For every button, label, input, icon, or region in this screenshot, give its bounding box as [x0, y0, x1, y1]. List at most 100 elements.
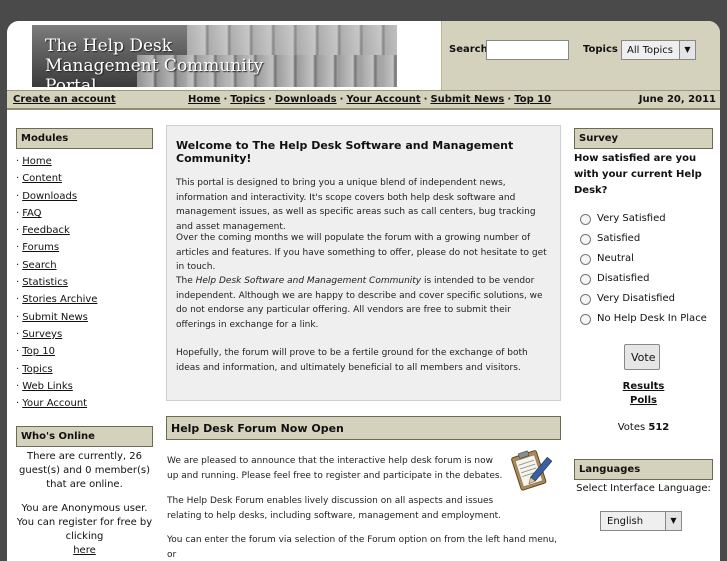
language-selected-value: English — [607, 516, 644, 527]
survey-options: Very Satisfied Satisfied Neutral Disatis… — [580, 212, 713, 332]
module-link-surveys[interactable]: Surveys — [22, 329, 62, 340]
list-item: · Submit News — [16, 309, 153, 326]
anonymous-user-text: You are Anonymous user. You can register… — [16, 502, 153, 558]
nav-link-home[interactable]: Home — [188, 94, 220, 105]
language-select[interactable]: English ▼ — [600, 511, 682, 531]
list-item: · Web Links — [16, 378, 153, 395]
survey-option-label: No Help Desk In Place — [597, 313, 707, 324]
nav-separator: · — [223, 94, 228, 105]
forum-paragraph-1: We are pleased to announce that the inte… — [167, 456, 503, 481]
nav-link-topics[interactable]: Topics — [230, 94, 265, 105]
results-link[interactable]: Results — [574, 380, 713, 394]
survey-option[interactable]: Very Satisfied — [580, 212, 713, 232]
bullet-icon: · — [16, 190, 20, 202]
module-link-search[interactable]: Search — [22, 260, 56, 271]
survey-option[interactable]: Very Disatisfied — [580, 292, 713, 312]
radio-button[interactable] — [580, 294, 591, 305]
nav-link-your-account[interactable]: Your Account — [346, 94, 420, 105]
register-here-link[interactable]: here — [73, 545, 96, 556]
module-link-topics[interactable]: Topics — [22, 364, 52, 375]
survey-option[interactable]: No Help Desk In Place — [580, 312, 713, 332]
polls-link[interactable]: Polls — [574, 394, 713, 408]
bullet-icon: · — [16, 294, 20, 306]
radio-button[interactable] — [580, 254, 591, 265]
module-link-downloads[interactable]: Downloads — [22, 191, 77, 202]
search-input[interactable] — [486, 40, 569, 60]
module-link-home[interactable]: Home — [22, 156, 52, 167]
bullet-icon: · — [16, 346, 20, 358]
welcome-paragraph-1: This portal is designed to bring you a u… — [176, 178, 536, 232]
welcome-p3-community-name: Help Desk Software and Management Commun… — [195, 276, 422, 286]
survey-option[interactable]: Disatisfied — [580, 272, 713, 292]
nav-separator: · — [507, 94, 512, 105]
chevron-down-icon[interactable]: ▼ — [679, 41, 695, 59]
clipboard-pencil-icon — [511, 450, 552, 491]
survey-option-label: Satisfied — [597, 233, 641, 244]
top-nav-links: Home · Topics · Downloads · Your Account · Submi… — [188, 94, 551, 105]
nav-bar: Create an account Home · Topics · Downloads ·… — [7, 90, 720, 110]
survey-option-label: Very Disatisfied — [597, 293, 675, 304]
survey-option-label: Very Satisfied — [597, 213, 666, 224]
topics-label: Topics — [583, 44, 618, 55]
forum-heading: Help Desk Forum Now Open — [166, 416, 561, 440]
left-column: Modules · Home · Content · Downloads · FAQ ·… — [16, 128, 153, 558]
right-column: Survey How satisfied are you with your c… — [574, 128, 713, 531]
module-link-web-links[interactable]: Web Links — [22, 381, 73, 392]
nav-separator: · — [268, 94, 272, 105]
nav-link-top-10[interactable]: Top 10 — [514, 94, 551, 105]
create-account-link[interactable]: Create an account — [13, 94, 116, 105]
bullet-icon: · — [16, 259, 20, 271]
module-link-content[interactable]: Content — [22, 173, 62, 184]
survey-question: How satisfied are you with your current … — [574, 153, 702, 196]
bullet-icon: · — [16, 380, 20, 392]
welcome-box: Welcome to The Help Desk Software and Ma… — [166, 125, 561, 401]
survey-option[interactable]: Satisfied — [580, 232, 713, 252]
survey-option[interactable]: Neutral — [580, 252, 713, 272]
list-item: · Search — [16, 257, 153, 274]
modules-list: · Home · Content · Downloads · FAQ · Feedback… — [16, 153, 153, 412]
list-item: · Home — [16, 153, 153, 170]
module-link-submit-news[interactable]: Submit News — [22, 312, 88, 323]
list-item: · Stories Archive — [16, 291, 153, 308]
module-link-statistics[interactable]: Statistics — [22, 277, 68, 288]
modules-heading: Modules — [16, 128, 153, 149]
list-item: · Feedback — [16, 222, 153, 239]
votes-number: 512 — [648, 422, 670, 433]
survey-option-label: Neutral — [597, 253, 634, 264]
radio-button[interactable] — [580, 314, 591, 325]
module-link-your-account[interactable]: Your Account — [22, 398, 87, 409]
list-item: · Surveys — [16, 326, 153, 343]
bullet-icon: · — [16, 277, 20, 289]
module-link-feedback[interactable]: Feedback — [22, 225, 70, 236]
page: The Help Desk Management Community Porta… — [7, 21, 720, 561]
welcome-paragraph-2: Over the coming months we will populate … — [176, 233, 547, 273]
radio-button[interactable] — [580, 274, 591, 285]
chevron-down-icon[interactable]: ▼ — [665, 512, 681, 530]
list-item: · Forums — [16, 239, 153, 256]
bullet-icon: · — [16, 398, 20, 410]
list-item: · Downloads — [16, 188, 153, 205]
whos-online-heading: Who's Online — [16, 426, 153, 448]
module-link-forums[interactable]: Forums — [22, 242, 59, 253]
module-link-top-10[interactable]: Top 10 — [22, 346, 55, 357]
list-item: · Top 10 — [16, 343, 153, 360]
forum-paragraph-2: The Help Desk Forum enables lively discu… — [167, 496, 502, 521]
topics-select[interactable]: All Topics ▼ — [621, 40, 696, 60]
list-item: · FAQ — [16, 205, 153, 222]
header: The Help Desk Management Community Porta… — [7, 21, 720, 90]
module-link-faq[interactable]: FAQ — [22, 208, 41, 219]
current-date: June 20, 2011 — [638, 94, 716, 105]
nav-separator: · — [423, 94, 428, 105]
radio-button[interactable] — [580, 234, 591, 245]
vote-button[interactable]: Vote — [624, 344, 660, 370]
nav-link-downloads[interactable]: Downloads — [275, 94, 337, 105]
survey-heading: Survey — [574, 128, 713, 149]
online-count-text: There are currently, 26 guest(s) and 0 m… — [19, 451, 150, 491]
search-label: Search — [449, 44, 488, 55]
bullet-icon: · — [16, 173, 20, 185]
welcome-p3-prefix: The — [176, 276, 196, 286]
welcome-paragraph-3: The Help Desk Software and Management Co… — [176, 274, 551, 332]
radio-button[interactable] — [580, 214, 591, 225]
module-link-stories-archive[interactable]: Stories Archive — [22, 294, 97, 305]
nav-link-submit-news[interactable]: Submit News — [430, 94, 504, 105]
